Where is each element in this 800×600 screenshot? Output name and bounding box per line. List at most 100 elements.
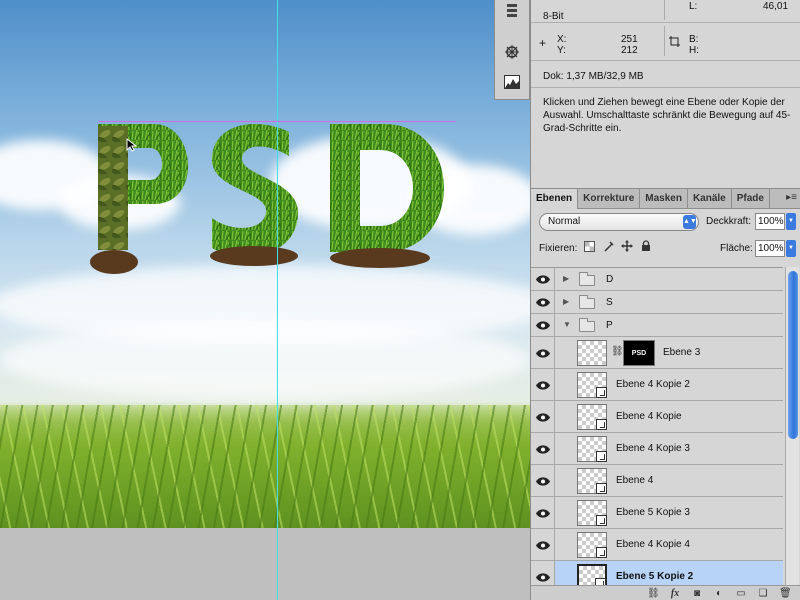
eye-icon[interactable] (534, 507, 552, 519)
tab-ebenen[interactable]: Ebenen (531, 189, 579, 209)
add-mask-icon[interactable]: ◙ (691, 588, 703, 599)
x-label: X: (557, 34, 567, 45)
layers-scrollbar[interactable] (785, 267, 799, 585)
layer-group-s[interactable]: ▶ S (531, 291, 783, 314)
layer-name: Ebene 4 Kopie (616, 411, 682, 422)
opacity-dropdown-icon[interactable]: ▼ (786, 213, 796, 230)
tab-masken[interactable]: Masken (640, 189, 688, 209)
eye-icon[interactable] (534, 571, 552, 583)
tool-hint: Klicken und Ziehen bewegt eine Ebene ode… (543, 97, 791, 134)
lock-position-icon[interactable] (621, 240, 633, 252)
crosshair-icon: + (539, 36, 547, 50)
fill-label: Fläche: (720, 243, 753, 254)
layer-row[interactable]: Ebene 4 (531, 465, 783, 497)
layer-group-d[interactable]: ▶ D (531, 268, 783, 291)
tab-pfade[interactable]: Pfade (732, 189, 770, 209)
lock-transparency-icon[interactable] (583, 240, 595, 252)
divider (531, 87, 800, 88)
new-layer-icon[interactable]: ❏ (757, 588, 769, 599)
layers-toolbar: ⛓ fx ◙ ◐ ▭ ❏ 🗑 (531, 585, 800, 600)
psd-artwork (90, 123, 444, 274)
canvas-pasteboard (0, 528, 530, 600)
adjustment-layer-icon[interactable]: ◐ (713, 588, 725, 599)
opacity-input[interactable]: 100% (755, 213, 785, 230)
l-label: L: (689, 1, 698, 12)
eye-icon[interactable] (534, 539, 552, 551)
folder-icon (579, 318, 595, 332)
psd-grass-letters[interactable] (84, 110, 464, 285)
divider (664, 26, 665, 56)
eye-icon[interactable] (534, 443, 552, 455)
collapse-triangle-icon[interactable]: ▼ (563, 320, 571, 329)
smart-object-icon (596, 419, 607, 430)
fill-input[interactable]: 100% (755, 240, 785, 257)
lock-pixels-icon[interactable] (602, 240, 614, 252)
panel-tabs: Ebenen Korrekture Masken Kanäle Pfade ▸≡ (531, 189, 800, 209)
panel-dock (494, 0, 530, 100)
folder-icon (579, 272, 595, 286)
layer-name: D (606, 274, 614, 285)
history-icon[interactable] (501, 0, 523, 20)
scrollbar-thumb[interactable] (788, 271, 798, 439)
layer-name: Ebene 4 Kopie 4 (616, 539, 690, 550)
layer-name: S (606, 297, 613, 308)
guide-horizontal[interactable] (98, 121, 456, 122)
tab-korrekturen[interactable]: Korrekture (578, 189, 641, 209)
layer-thumbnail (577, 532, 607, 558)
blend-mode-select[interactable]: Normal ▲▼ (539, 213, 699, 231)
layer-row[interactable]: Ebene 4 Kopie 2 (531, 369, 783, 401)
layer-group-p[interactable]: ▼ P (531, 314, 783, 337)
smart-object-icon (596, 547, 607, 558)
layer-row[interactable]: Ebene 4 Kopie 3 (531, 433, 783, 465)
smart-object-icon (596, 451, 607, 462)
b-label: B: (689, 34, 699, 45)
layer-name: Ebene 4 Kopie 2 (616, 379, 690, 390)
eye-icon[interactable] (534, 296, 552, 308)
layer-row-selected[interactable]: Ebene 5 Kopie 2 (531, 561, 783, 585)
panel-menu-icon[interactable]: ▸≡ (786, 192, 797, 203)
layer-row[interactable]: Ebene 4 Kopie 4 (531, 529, 783, 561)
info-panel: 8-Bit L: 46,01 + X: 251 Y: 212 B: H: Dok… (530, 0, 800, 188)
opacity-label: Deckkraft: (706, 216, 752, 227)
trash-icon[interactable]: 🗑 (779, 588, 792, 599)
smart-object-icon (596, 515, 607, 526)
histogram-icon[interactable] (501, 72, 523, 92)
layer-mask-thumbnail[interactable]: PSD (623, 340, 655, 366)
layer-row[interactable]: ⛓ PSD Ebene 3 (531, 337, 783, 369)
fill-dropdown-icon[interactable]: ▼ (786, 240, 796, 257)
chain-link-icon[interactable]: ⛓ (611, 346, 624, 357)
link-layers-icon[interactable]: ⛓ (647, 588, 660, 599)
layer-row[interactable]: Ebene 4 Kopie (531, 401, 783, 433)
layer-name: Ebene 4 (616, 475, 654, 486)
bit-depth: 8-Bit (543, 11, 564, 22)
blend-mode-value: Normal (548, 216, 581, 227)
h-label: H: (689, 45, 699, 56)
eye-icon[interactable] (534, 379, 552, 391)
expand-triangle-icon[interactable]: ▶ (563, 297, 569, 306)
lock-options (583, 240, 652, 252)
layer-thumbnail (577, 404, 607, 430)
layer-row[interactable]: Ebene 5 Kopie 3 (531, 497, 783, 529)
guide-vertical[interactable] (277, 0, 278, 600)
eye-icon[interactable] (534, 319, 552, 331)
move-cursor-icon (126, 137, 138, 152)
new-group-icon[interactable]: ▭ (735, 588, 747, 599)
layer-name: Ebene 4 Kopie 3 (616, 443, 690, 454)
grass-field (0, 405, 530, 528)
layer-thumbnail (577, 500, 607, 526)
navigator-icon[interactable] (501, 42, 523, 62)
smart-object-icon (596, 483, 607, 494)
fx-icon[interactable]: fx (669, 588, 681, 599)
tab-kanaele[interactable]: Kanäle (688, 189, 732, 209)
smart-object-icon (595, 578, 606, 585)
document-canvas[interactable] (0, 0, 530, 528)
eye-icon[interactable] (534, 475, 552, 487)
layer-name: Ebene 3 (663, 347, 701, 358)
y-value: 212 (621, 45, 638, 56)
eye-icon[interactable] (534, 273, 552, 285)
layer-thumbnail (577, 436, 607, 462)
eye-icon[interactable] (534, 347, 552, 359)
expand-triangle-icon[interactable]: ▶ (563, 274, 569, 283)
eye-icon[interactable] (534, 411, 552, 423)
lock-all-icon[interactable] (640, 240, 652, 252)
